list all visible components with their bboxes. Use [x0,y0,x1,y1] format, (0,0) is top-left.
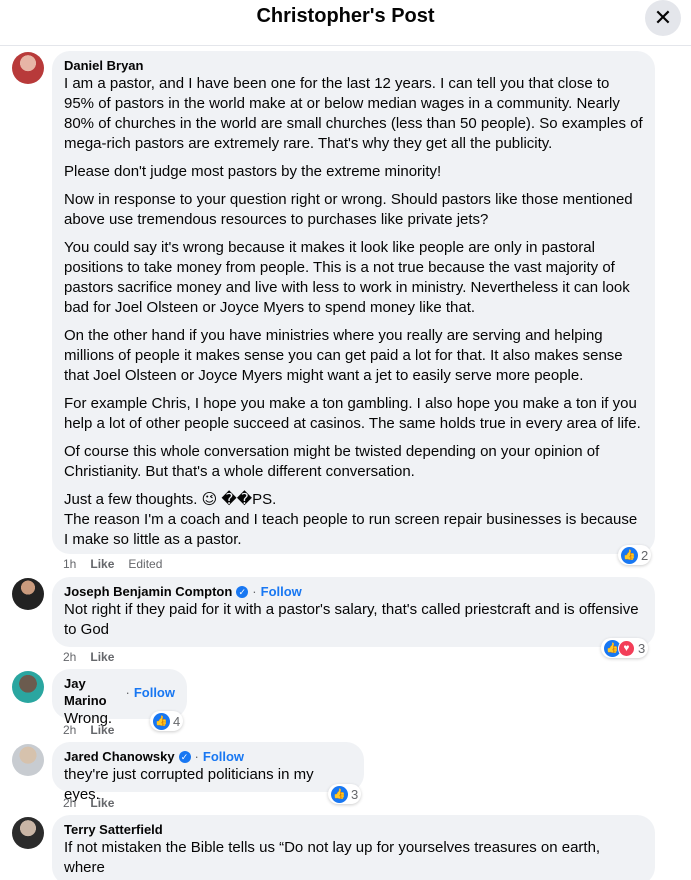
avatar[interactable] [12,744,44,776]
avatar[interactable] [12,52,44,84]
avatar[interactable] [12,671,44,703]
comment-bubble: Daniel Bryan I am a pastor, and I have b… [52,51,655,554]
verified-badge-icon: ✓ [236,585,249,598]
comment-meta: 2h Like [63,796,114,810]
love-reaction-icon: ♥ [618,639,635,657]
comment-meta: 2h Like [63,723,114,737]
page-title: Christopher's Post [256,5,435,27]
follow-button[interactable]: Follow [203,748,244,765]
like-button[interactable]: Like [90,723,114,737]
comment-bubble: Jared Chanowsky ✓ · Follow they're just … [52,742,364,803]
reaction-count: 2 [641,547,649,563]
follow-button[interactable]: Follow [134,684,175,701]
reaction-summary[interactable]: 👍 3 [328,784,362,804]
reaction-count: 4 [173,713,181,729]
comment-author[interactable]: Joseph Benjamin Compton ✓ · Follow [64,583,643,600]
comment-time[interactable]: 1h [63,557,76,571]
reaction-count: 3 [638,640,646,656]
comment-author[interactable]: Terry Satterfield [64,821,643,838]
verified-badge-icon: ✓ [178,750,191,763]
like-button[interactable]: Like [90,796,114,810]
comment-time[interactable]: 2h [63,650,76,664]
comment-time[interactable]: 2h [63,723,76,737]
reaction-count: 3 [351,786,359,802]
follow-button[interactable]: Follow [261,583,302,600]
comment-bubble: Terry Satterfield If not mistaken the Bi… [52,815,655,880]
like-button[interactable]: Like [90,650,114,664]
like-reaction-icon: 👍 [153,712,170,730]
like-reaction-icon: 👍 [621,546,638,564]
comment-time[interactable]: 2h [63,796,76,810]
comment-meta: 1h Like Edited [63,557,162,571]
comment-author[interactable]: Daniel Bryan [64,57,643,74]
like-reaction-icon: 👍 [331,785,348,803]
comment-bubble: Joseph Benjamin Compton ✓ · Follow Not r… [52,577,655,647]
reaction-summary[interactable]: 👍 4 [150,711,184,731]
comment-text: I am a pastor, and I have been one for t… [64,75,643,548]
edited-label[interactable]: Edited [128,557,162,571]
post-header: Christopher's Post [0,0,691,46]
avatar[interactable] [12,817,44,849]
avatar[interactable] [12,578,44,610]
comment-text: Not right if they paid for it with a pas… [64,601,639,638]
comment-meta: 2h Like [63,650,114,664]
comment-author[interactable]: Jared Chanowsky ✓ · Follow [64,748,352,765]
reaction-summary[interactable]: 👍 2 [618,545,652,565]
like-button[interactable]: Like [90,557,114,571]
close-button[interactable]: ✕ [645,0,681,36]
reaction-summary[interactable]: 👍 ♥ 3 [601,638,649,658]
comment-author[interactable]: Jay Marino · Follow [64,675,175,709]
close-icon: ✕ [653,5,673,30]
comment-text: If not mistaken the Bible tells us “Do n… [64,839,601,876]
